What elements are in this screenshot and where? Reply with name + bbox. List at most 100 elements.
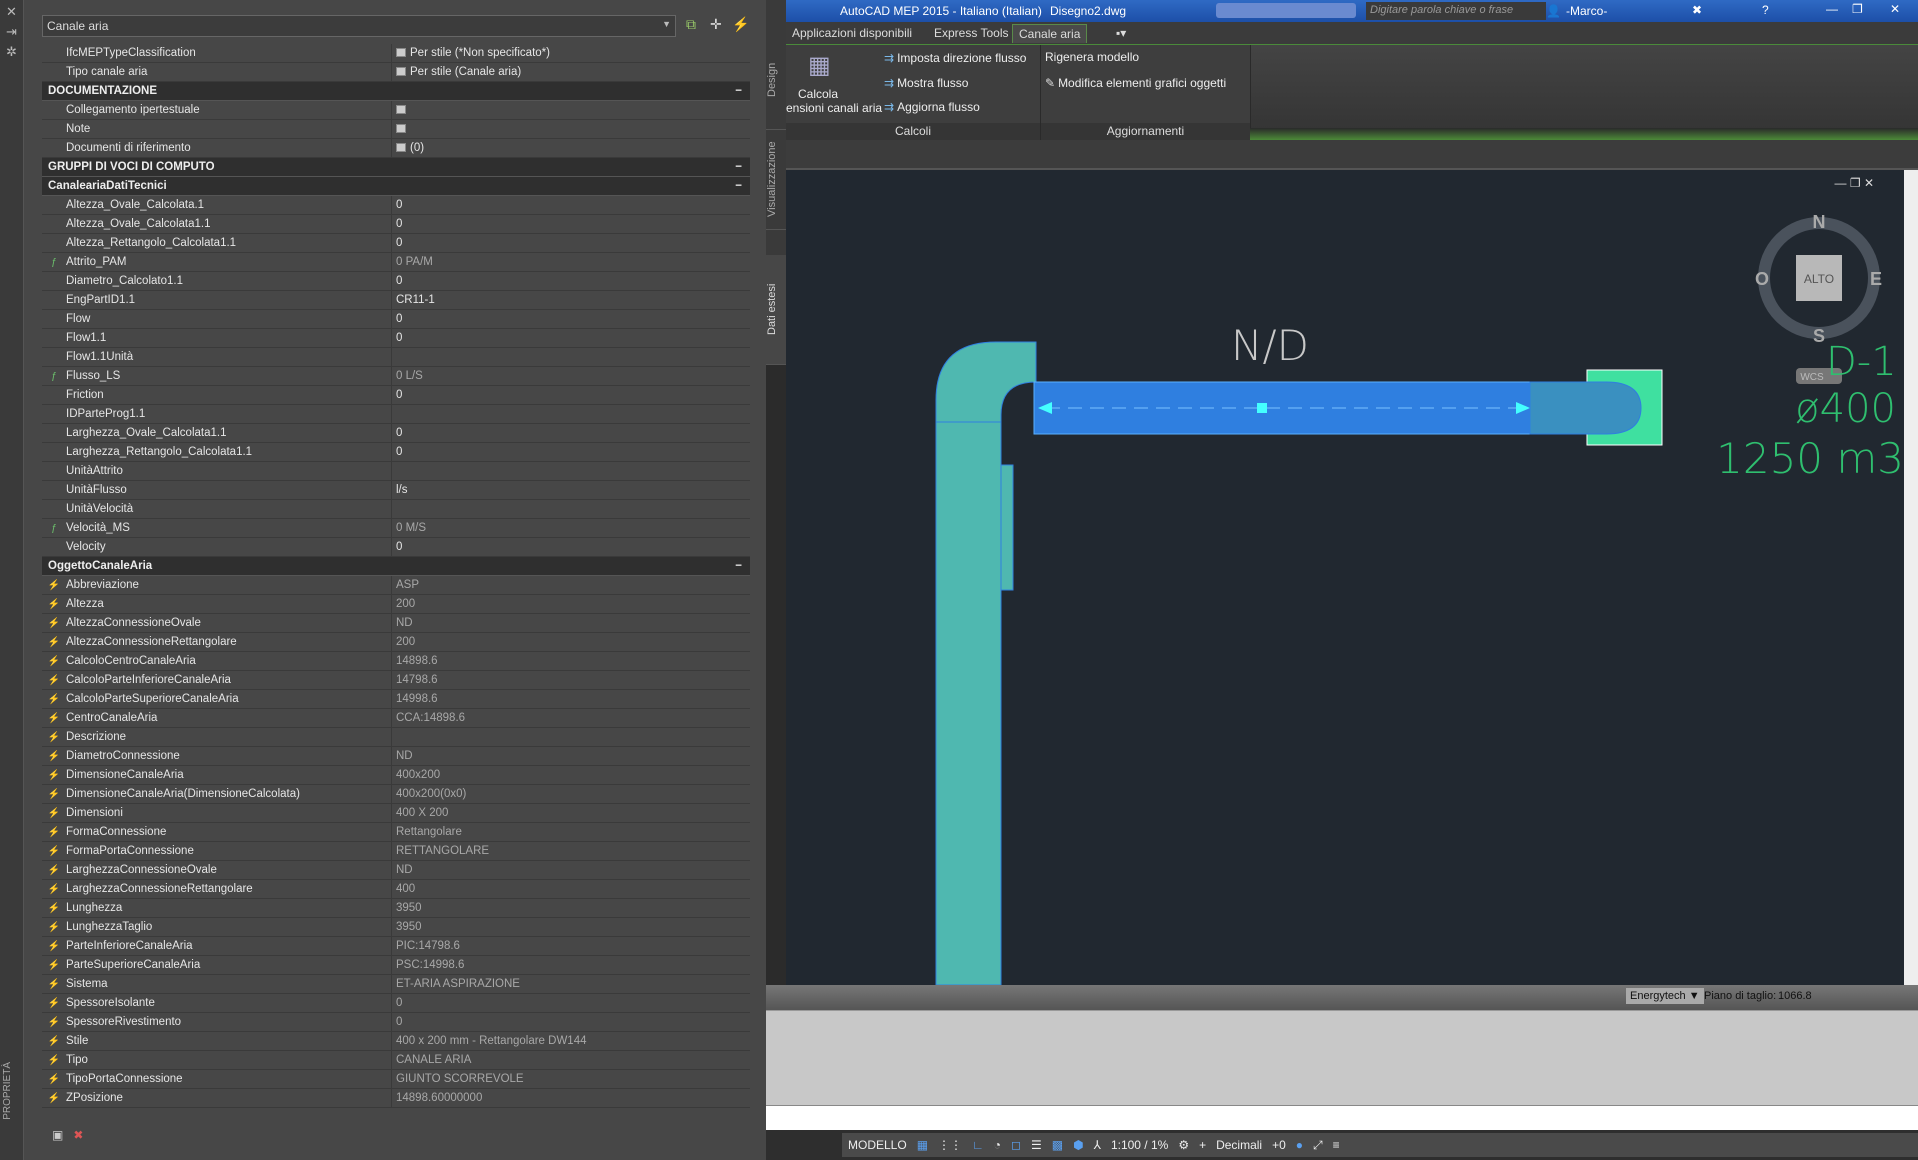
property-value[interactable]: 3950 <box>392 899 750 917</box>
property-row[interactable]: IDParteProg1.1 <box>42 405 750 424</box>
collapse-icon[interactable]: − <box>735 177 742 195</box>
compass-n[interactable]: N <box>1813 212 1826 232</box>
property-row[interactable]: ⚡ DimensioneCanaleAria(DimensioneCalcolat… <box>42 785 750 804</box>
settings-icon[interactable]: ✲ <box>0 44 23 60</box>
property-row[interactable]: Tipo canale aria Per stile (Canale aria) <box>42 63 750 82</box>
command-line-input[interactable] <box>766 1105 1918 1130</box>
property-row[interactable]: ⚡ Altezza 200 <box>42 595 750 614</box>
calc-duct-size-button-l1[interactable]: Calcola <box>798 87 838 101</box>
property-value[interactable] <box>392 500 750 518</box>
transparency-icon[interactable]: ▩ <box>1052 1138 1063 1152</box>
property-row[interactable]: Velocity 0 <box>42 538 750 557</box>
property-value[interactable]: 3950 <box>392 918 750 936</box>
tab-applicazioni[interactable]: Applicazioni disponibili <box>792 26 912 40</box>
set-flow-direction-label[interactable]: Imposta direzione flusso <box>897 51 1026 65</box>
tab-visualizzazione[interactable]: Visualizzazione <box>766 130 786 230</box>
property-row[interactable]: Collegamento ipertestuale <box>42 101 750 120</box>
property-value[interactable]: (0) <box>392 139 750 157</box>
compass-o[interactable]: O <box>1755 269 1769 289</box>
property-value[interactable]: 0 <box>392 443 750 461</box>
property-row[interactable]: UnitàAttrito <box>42 462 750 481</box>
edit-graphics-label[interactable]: Modifica elementi grafici oggetti <box>1058 76 1226 90</box>
property-value[interactable]: 14898.6 <box>392 652 750 670</box>
tab-canale-aria[interactable]: Canale aria <box>1012 24 1088 43</box>
document-icon[interactable] <box>396 143 406 152</box>
document-icon[interactable] <box>396 48 406 57</box>
offset-value[interactable]: +0 <box>1272 1138 1286 1152</box>
property-value[interactable]: 200 <box>392 595 750 613</box>
fullscreen-icon[interactable]: ⤢ <box>1313 1138 1323 1153</box>
property-value[interactable]: CR11-1 <box>392 291 750 309</box>
property-row[interactable]: ⚡ Abbreviazione ASP <box>42 576 750 595</box>
property-value[interactable] <box>392 101 750 119</box>
property-value[interactable]: ND <box>392 747 750 765</box>
property-row[interactable]: ⚡ FormaConnessione Rettangolare <box>42 823 750 842</box>
property-value[interactable]: 0 <box>392 424 750 442</box>
calc-duct-size-button-l2[interactable]: ensioni canali aria <box>786 101 882 115</box>
ribbon-options-icon[interactable]: ▪▾ <box>1116 26 1126 40</box>
grid-icon[interactable]: ▦ <box>917 1138 928 1152</box>
show-flow-button[interactable]: ⇉ Mostra flusso <box>884 76 968 90</box>
property-value[interactable]: 14898.60000000 <box>392 1089 750 1107</box>
property-value[interactable]: GIUNTO SCORREVOLE <box>392 1070 750 1088</box>
property-row[interactable]: ⚡ Tipo CANALE ARIA <box>42 1051 750 1070</box>
user-name[interactable]: -Marco- <box>1566 4 1607 18</box>
property-value[interactable]: Per stile (Canale aria) <box>392 63 750 81</box>
collapse-icon[interactable]: − <box>735 82 742 100</box>
snap-icon[interactable]: ⋮⋮ <box>938 1138 962 1152</box>
property-row[interactable]: ⚡ CalcoloCentroCanaleAria 14898.6 <box>42 652 750 671</box>
gear-icon[interactable]: ⚙ <box>1178 1138 1189 1152</box>
navigation-toolbar[interactable] <box>1216 3 1356 18</box>
show-flow-label[interactable]: Mostra flusso <box>897 76 968 90</box>
property-value[interactable]: 0 <box>392 994 750 1012</box>
property-row[interactable]: ⚡ CalcoloParteSuperioreCanaleAria 14998.6 <box>42 690 750 709</box>
tab-dati-estesi[interactable]: Dati estesi <box>766 255 786 365</box>
property-row[interactable]: ƒ Flusso_LS 0 L/S <box>42 367 750 386</box>
property-value[interactable]: 0 <box>392 215 750 233</box>
compass-s[interactable]: S <box>1813 326 1825 346</box>
property-row[interactable]: Note <box>42 120 750 139</box>
property-row[interactable]: ⚡ Descrizione <box>42 728 750 747</box>
quick-select-icon[interactable]: ⚡ <box>732 16 749 33</box>
display-config-select[interactable]: Energytech ▼ <box>1626 988 1704 1004</box>
property-value[interactable] <box>392 728 750 746</box>
scale-select[interactable]: 1:100 / 1% <box>1111 1138 1168 1152</box>
add-selection-icon[interactable]: ⧉ <box>686 16 696 33</box>
property-row[interactable]: ⚡ Lunghezza 3950 <box>42 899 750 918</box>
property-value[interactable]: Per stile (*Non specificato*) <box>392 44 750 62</box>
property-value[interactable]: 400x200 <box>392 766 750 784</box>
property-row[interactable]: ⚡ CalcoloParteInferioreCanaleAria 14798.6 <box>42 671 750 690</box>
property-row[interactable]: IfcMEPTypeClassification Per stile (*Non … <box>42 44 750 63</box>
menu-icon[interactable]: ≡ <box>1333 1138 1340 1152</box>
property-value[interactable]: 14798.6 <box>392 671 750 689</box>
ucs-menu[interactable]: WCS <box>1800 372 1824 383</box>
property-row[interactable]: ƒ Attrito_PAM 0 PA/M <box>42 253 750 272</box>
property-row[interactable]: Diametro_Calcolato1.1 0 <box>42 272 750 291</box>
property-value[interactable]: 0 <box>392 386 750 404</box>
close-icon[interactable]: ✕ <box>0 4 23 20</box>
property-row[interactable]: ⚡ ZPosizione 14898.60000000 <box>42 1089 750 1108</box>
units-select[interactable]: Decimali <box>1216 1138 1262 1152</box>
document-icon[interactable] <box>396 124 406 133</box>
lineweight-icon[interactable]: ☰ <box>1031 1138 1042 1152</box>
property-row[interactable]: Flow1.1 0 <box>42 329 750 348</box>
user-icon[interactable]: 👤 <box>1546 4 1561 18</box>
vertical-duct[interactable] <box>935 421 1002 985</box>
property-row[interactable]: Flow1.1Unità <box>42 348 750 367</box>
property-row[interactable]: ⚡ ParteInferioreCanaleAria PIC:14798.6 <box>42 937 750 956</box>
property-row[interactable]: UnitàFlusso l/s <box>42 481 750 500</box>
delete-icon[interactable]: ✖ <box>73 1128 83 1142</box>
property-row[interactable]: ⚡ DimensioneCanaleAria 400x200 <box>42 766 750 785</box>
property-row[interactable]: ⚡ LarghezzaConnessioneRettangolare 400 <box>42 880 750 899</box>
property-row[interactable]: ⚡ LarghezzaConnessioneOvale ND <box>42 861 750 880</box>
property-value[interactable]: 14998.6 <box>392 690 750 708</box>
property-value[interactable]: ET-ARIA ASPIRAZIONE <box>392 975 750 993</box>
property-row[interactable]: ⚡ AltezzaConnessioneOvale ND <box>42 614 750 633</box>
property-row[interactable]: ⚡ Dimensioni 400 X 200 <box>42 804 750 823</box>
property-value[interactable]: 200 <box>392 633 750 651</box>
3d-osnap-icon[interactable]: ⬢ <box>1073 1138 1083 1152</box>
collapse-icon[interactable]: − <box>735 158 742 176</box>
property-value[interactable]: 0 <box>392 196 750 214</box>
property-value[interactable]: 0 <box>392 538 750 556</box>
grip-handle[interactable] <box>1257 403 1267 413</box>
